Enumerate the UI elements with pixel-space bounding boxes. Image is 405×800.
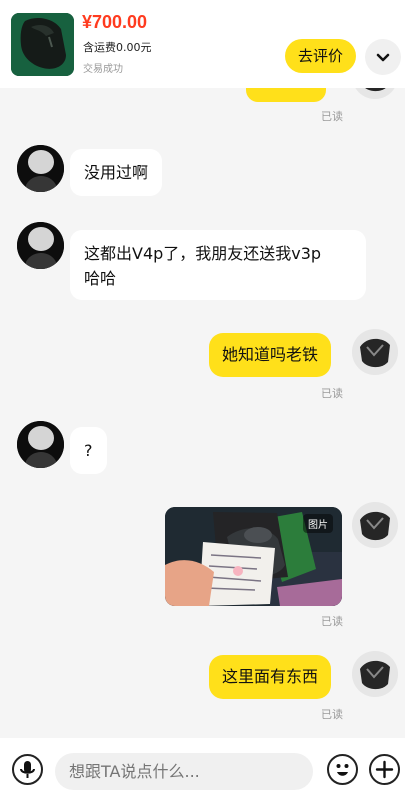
shipping-fee: 含运费0.00元 [83,41,152,54]
composer-bar [0,738,405,800]
message-bubble-outgoing[interactable]: 她知道吗老铁 [209,333,332,377]
message-bubble-outgoing[interactable]: 这里面有东西 [209,655,332,699]
image-tag: 图片 [303,514,333,533]
order-status: 交易成功 [83,64,123,75]
emoji-button[interactable] [327,754,358,785]
emoji-icon [336,764,349,776]
product-thumbnail[interactable] [11,13,74,76]
message-input[interactable] [55,753,313,790]
contact-avatar[interactable] [17,145,64,192]
image-message[interactable]: 图片 [165,507,342,606]
chevron-down-icon [376,53,390,62]
my-avatar[interactable] [352,651,398,697]
order-price: ¥700.00 [82,12,148,32]
read-receipt: 已读 [321,110,343,123]
message-line: 哈哈 [84,269,117,288]
message-line: 这都出V4p了，我朋友还送我v3p [84,244,322,263]
more-button[interactable] [369,754,400,785]
message-bubble-incoming[interactable]: ? [70,427,107,474]
read-receipt: 已读 [321,615,343,628]
collapse-button[interactable] [365,39,401,75]
review-button[interactable]: 去评价 [285,39,356,73]
my-avatar[interactable] [352,502,398,548]
contact-avatar[interactable] [17,421,64,468]
read-receipt: 已读 [321,708,343,721]
my-avatar[interactable] [352,329,398,375]
microphone-icon [20,761,35,778]
chat-screen: ¥700.00 含运费0.00元 交易成功 去评价 已读 没用过啊 这都出V4p… [0,0,405,800]
message-list[interactable]: 已读 没用过啊 这都出V4p了，我朋友还送我v3p 哈哈 她知道吗老铁 已读 ? [0,53,405,738]
contact-avatar[interactable] [17,222,64,269]
message-bubble-incoming[interactable]: 没用过啊 [70,149,163,196]
product-header: ¥700.00 含运费0.00元 交易成功 去评价 [0,0,405,88]
plus-icon [375,760,394,779]
voice-button[interactable] [12,754,43,785]
read-receipt: 已读 [321,387,343,400]
message-bubble-incoming[interactable]: 这都出V4p了，我朋友还送我v3p 哈哈 [70,230,366,300]
